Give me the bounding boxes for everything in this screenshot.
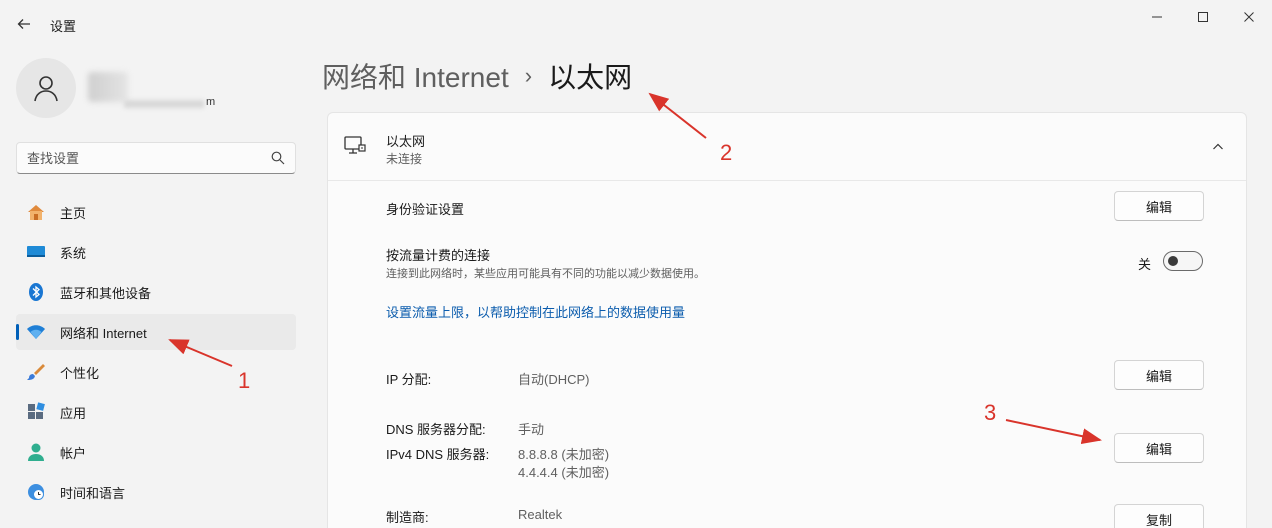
dns-assignment-label: DNS 服务器分配: (386, 422, 486, 437)
search-input[interactable] (27, 150, 271, 166)
annotation-number-1: 1 (238, 368, 251, 393)
auth-settings-label: 身份验证设置 (386, 202, 465, 217)
breadcrumb: 网络和 Internet › 以太网 (322, 56, 632, 96)
ip-edit-button[interactable]: 编辑 (1114, 360, 1204, 390)
sidebar-item-apps[interactable]: 应用 (16, 394, 296, 430)
search-box[interactable] (16, 142, 296, 174)
clock-globe-icon (26, 482, 46, 502)
minimize-button[interactable] (1134, 4, 1180, 30)
sidebar-nav: 主页 系统 蓝牙和其他设备 网络和 Internet 个性化 应用 帐户 时间和… (16, 194, 296, 514)
sidebar-item-label: 帐户 (60, 445, 87, 461)
sidebar-item-label: 应用 (60, 405, 87, 421)
close-button[interactable] (1226, 4, 1272, 30)
maximize-button[interactable] (1180, 4, 1226, 30)
dns-assignment-value: 手动 (518, 422, 545, 437)
bluetooth-icon (26, 282, 46, 302)
account-icon (26, 442, 46, 462)
ethernet-status: 未连接 (386, 152, 423, 166)
breadcrumb-separator: › (524, 63, 533, 88)
data-limit-link[interactable]: 设置流量上限，以帮助控制在此网络上的数据使用量 (386, 302, 685, 321)
toggle-knob (1168, 256, 1178, 266)
user-profile[interactable]: m (16, 58, 218, 118)
ipv4-dns-secondary: 4.4.4.4 (未加密) (518, 465, 610, 480)
ip-assignment-label: IP 分配: (386, 372, 432, 387)
user-icon (34, 76, 58, 102)
sidebar-item-bluetooth[interactable]: 蓝牙和其他设备 (16, 274, 296, 310)
chevron-up-icon[interactable] (1208, 137, 1228, 157)
sidebar-item-personalization[interactable]: 个性化 (16, 354, 296, 390)
brush-icon (26, 362, 46, 382)
sidebar-item-label: 个性化 (60, 365, 100, 381)
maximize-icon (1198, 12, 1208, 22)
breadcrumb-parent[interactable]: 网络和 Internet (322, 56, 509, 96)
back-button[interactable] (10, 10, 38, 38)
apps-icon (26, 402, 46, 422)
sidebar-item-time-language[interactable]: 时间和语言 (16, 474, 296, 510)
profile-name-blurred: m (88, 70, 218, 108)
sidebar-item-label: 时间和语言 (60, 485, 126, 501)
annotation-number-3: 3 (984, 400, 997, 425)
metered-connection-label: 按流量计费的连接 (386, 248, 491, 263)
search-icon[interactable] (271, 151, 285, 165)
ethernet-title: 以太网 (386, 134, 426, 149)
close-icon (1244, 12, 1254, 22)
sidebar-item-network[interactable]: 网络和 Internet (16, 314, 296, 350)
ipv4-dns-label: IPv4 DNS 服务器: (386, 447, 490, 462)
dns-edit-button[interactable]: 编辑 (1114, 433, 1204, 463)
page-title: 以太网 (548, 62, 633, 93)
manufacturer-label: 制造商: (386, 510, 429, 525)
metered-connection-desc: 连接到此网络时，某些应用可能具有不同的功能以减少数据使用。 (386, 268, 705, 280)
ipv4-dns-primary: 8.8.8.8 (未加密) (518, 447, 610, 462)
home-icon (26, 202, 46, 222)
app-title: 设置 (50, 19, 77, 34)
sidebar-item-label: 主页 (60, 205, 87, 221)
profile-name-tail: m (206, 96, 216, 108)
annotation-number-2: 2 (720, 140, 733, 165)
ip-assignment-value: 自动(DHCP) (518, 372, 590, 387)
sidebar-item-label: 网络和 Internet (60, 325, 147, 341)
back-arrow-icon (17, 19, 30, 29)
metered-toggle-state: 关 (1138, 257, 1152, 272)
sidebar-item-home[interactable]: 主页 (16, 194, 296, 230)
minimize-icon (1152, 16, 1162, 18)
sidebar-item-accounts[interactable]: 帐户 (16, 434, 296, 470)
metered-toggle[interactable] (1163, 251, 1203, 271)
wifi-icon (26, 322, 46, 342)
sidebar-item-label: 蓝牙和其他设备 (60, 285, 152, 301)
manufacturer-value: Realtek (518, 507, 563, 522)
system-icon (26, 242, 46, 262)
ethernet-card: 以太网 未连接 身份验证设置 编辑 按流量计费的连接 连接到此网络时，某些应用可… (327, 112, 1247, 528)
avatar (16, 58, 76, 118)
sidebar-item-label: 系统 (60, 245, 87, 261)
copy-button[interactable]: 复制 (1114, 504, 1204, 528)
auth-edit-button[interactable]: 编辑 (1114, 191, 1204, 221)
ethernet-icon (344, 135, 366, 162)
title-bar: 设置 (0, 0, 1272, 48)
sidebar-item-system[interactable]: 系统 (16, 234, 296, 270)
ethernet-card-header[interactable]: 以太网 未连接 (328, 113, 1246, 181)
